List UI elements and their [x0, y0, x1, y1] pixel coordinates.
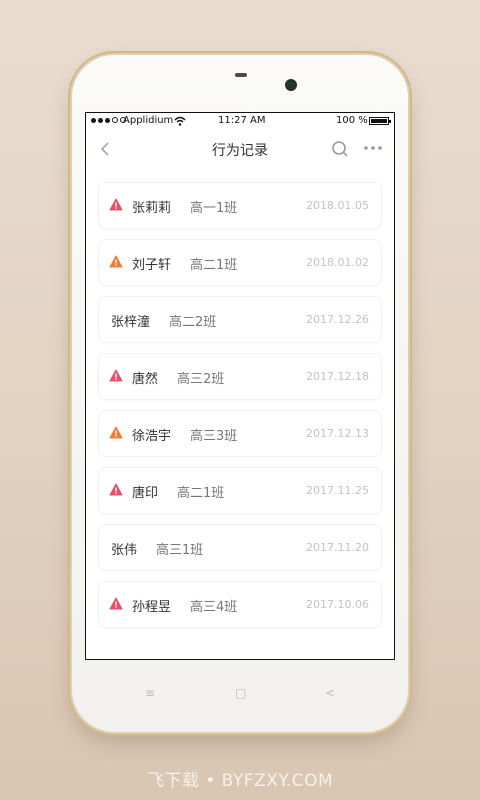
- student-name: 张梓潼: [111, 315, 151, 330]
- class-name: 高三4班: [190, 600, 238, 615]
- record-card[interactable]: 刘子轩 高二1班 2018.01.02: [99, 240, 381, 285]
- warning-triangle-icon: [109, 255, 123, 268]
- record-card[interactable]: 张莉莉 高一1班 2018.01.05: [99, 183, 381, 228]
- nav-bar: 行为记录: [86, 131, 394, 167]
- record-date: 2018.01.05: [306, 199, 369, 212]
- warning-triangle-icon: [109, 426, 123, 439]
- class-name: 高三2班: [177, 372, 225, 387]
- record-card[interactable]: 张梓潼 高二2班 2017.12.26: [99, 297, 381, 342]
- app-screen: Applidium 11:27 AM 100 % 行为记录 张莉莉 高一1班 2…: [85, 112, 395, 660]
- record-date: 2017.12.26: [306, 313, 369, 326]
- student-name: 唐印: [132, 486, 159, 501]
- status-bar: Applidium 11:27 AM 100 %: [86, 113, 394, 131]
- record-date: 2017.11.25: [306, 484, 369, 497]
- signal-strength-icon: [91, 117, 126, 123]
- class-name: 高三1班: [156, 543, 204, 558]
- warning-triangle-icon: [109, 198, 123, 211]
- student-name: 刘子轩: [132, 258, 172, 273]
- battery-percent: 100 %: [336, 115, 368, 126]
- warning-triangle-icon: [109, 483, 123, 496]
- record-card[interactable]: 孙程昱 高三4班 2017.10.06: [99, 582, 381, 627]
- record-date: 2017.11.20: [306, 541, 369, 554]
- speaker-grille: [235, 73, 247, 77]
- student-name: 唐然: [132, 372, 159, 387]
- warning-triangle-icon: [109, 369, 123, 382]
- carrier-name: Applidium: [123, 115, 174, 126]
- class-name: 高二1班: [177, 486, 225, 501]
- battery-icon: [369, 117, 391, 125]
- record-card[interactable]: 唐印 高二1班 2017.11.25: [99, 468, 381, 513]
- record-card[interactable]: 徐浩宇 高三3班 2017.12.13: [99, 411, 381, 456]
- class-name: 高二2班: [169, 315, 217, 330]
- menu-key-icon[interactable]: ≡: [145, 686, 155, 700]
- record-card[interactable]: 张伟 高三1班 2017.11.20: [99, 525, 381, 570]
- record-date: 2018.01.02: [306, 256, 369, 269]
- record-date: 2017.12.13: [306, 427, 369, 440]
- watermark-text: 飞下载 • BYFZXY.COM: [146, 771, 334, 791]
- warning-triangle-icon: [109, 597, 123, 610]
- search-icon[interactable]: [330, 139, 350, 159]
- class-name: 高一1班: [190, 201, 238, 216]
- student-name: 孙程昱: [132, 600, 172, 615]
- front-camera: [285, 79, 297, 91]
- record-date: 2017.10.06: [306, 598, 369, 611]
- back-key-icon[interactable]: <: [325, 686, 335, 700]
- student-name: 徐浩宇: [132, 429, 172, 444]
- record-date: 2017.12.18: [306, 370, 369, 383]
- home-key-icon[interactable]: □: [235, 686, 246, 700]
- student-name: 张伟: [111, 543, 138, 558]
- class-name: 高二1班: [190, 258, 238, 273]
- status-time: 11:27 AM: [218, 115, 266, 126]
- hardware-soft-keys: ≡ □ <: [85, 680, 395, 710]
- wifi-icon: [174, 116, 186, 126]
- more-icon[interactable]: [362, 141, 384, 155]
- record-card[interactable]: 唐然 高三2班 2017.12.18: [99, 354, 381, 399]
- student-name: 张莉莉: [132, 201, 172, 216]
- class-name: 高三3班: [190, 429, 238, 444]
